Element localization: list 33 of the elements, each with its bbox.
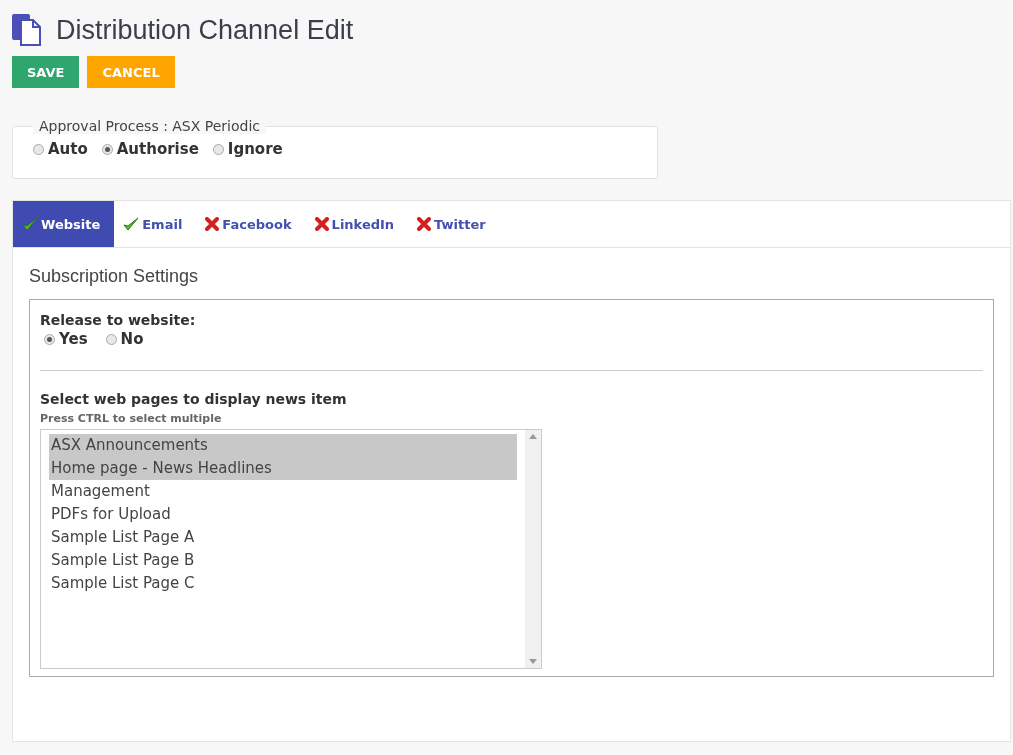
channel-tab[interactable]: Twitter: [408, 201, 500, 247]
pages-label: Select web pages to display news item: [40, 391, 348, 407]
approval-legend: Approval Process : ASX Periodic: [33, 118, 267, 134]
radio-button[interactable]: [212, 143, 224, 155]
list-option[interactable]: Sample List Page A: [49, 526, 517, 549]
channel-tab[interactable]: Facebook: [196, 201, 306, 247]
pages-listbox[interactable]: ASX Announcements Home page - News Headlines Management PDFs for Upload Sample List Page A Sample List Page B Sample List Page C: [40, 429, 542, 669]
channel-tab[interactable]: Email: [114, 201, 197, 247]
page-title: Distribution Channel Edit: [56, 14, 354, 46]
radio-option[interactable]: Auto: [33, 140, 88, 158]
document-icon: [12, 14, 42, 46]
list-option[interactable]: Sample List Page C: [49, 572, 517, 595]
list-option[interactable]: Management: [49, 480, 517, 503]
scroll-up-icon[interactable]: [529, 434, 537, 439]
radio-button[interactable]: [101, 143, 113, 155]
list-option[interactable]: Sample List Page B: [49, 549, 517, 572]
radio-option[interactable]: No: [105, 330, 144, 348]
list-option[interactable]: PDFs for Upload: [49, 503, 517, 526]
scroll-down-icon[interactable]: [529, 659, 537, 664]
list-option[interactable]: ASX Announcements: [49, 434, 517, 457]
radio-option[interactable]: Yes: [44, 330, 88, 348]
radio-option[interactable]: Ignore: [212, 140, 283, 158]
scrollbar[interactable]: [525, 430, 541, 668]
radio-button[interactable]: [44, 333, 55, 345]
channel-tab[interactable]: LinkedIn: [305, 201, 409, 247]
radio-button[interactable]: [33, 143, 44, 155]
section-heading: Subscription Settings: [29, 266, 200, 287]
hint-text: Press CTRL to select multiple: [40, 412, 223, 425]
radio-option[interactable]: Authorise: [101, 140, 199, 158]
release-label: Release to website:: [40, 312, 197, 328]
channel-tab[interactable]: Website: [13, 201, 115, 247]
list-option[interactable]: Home page - News Headlines: [49, 457, 517, 480]
radio-button[interactable]: [105, 333, 117, 345]
